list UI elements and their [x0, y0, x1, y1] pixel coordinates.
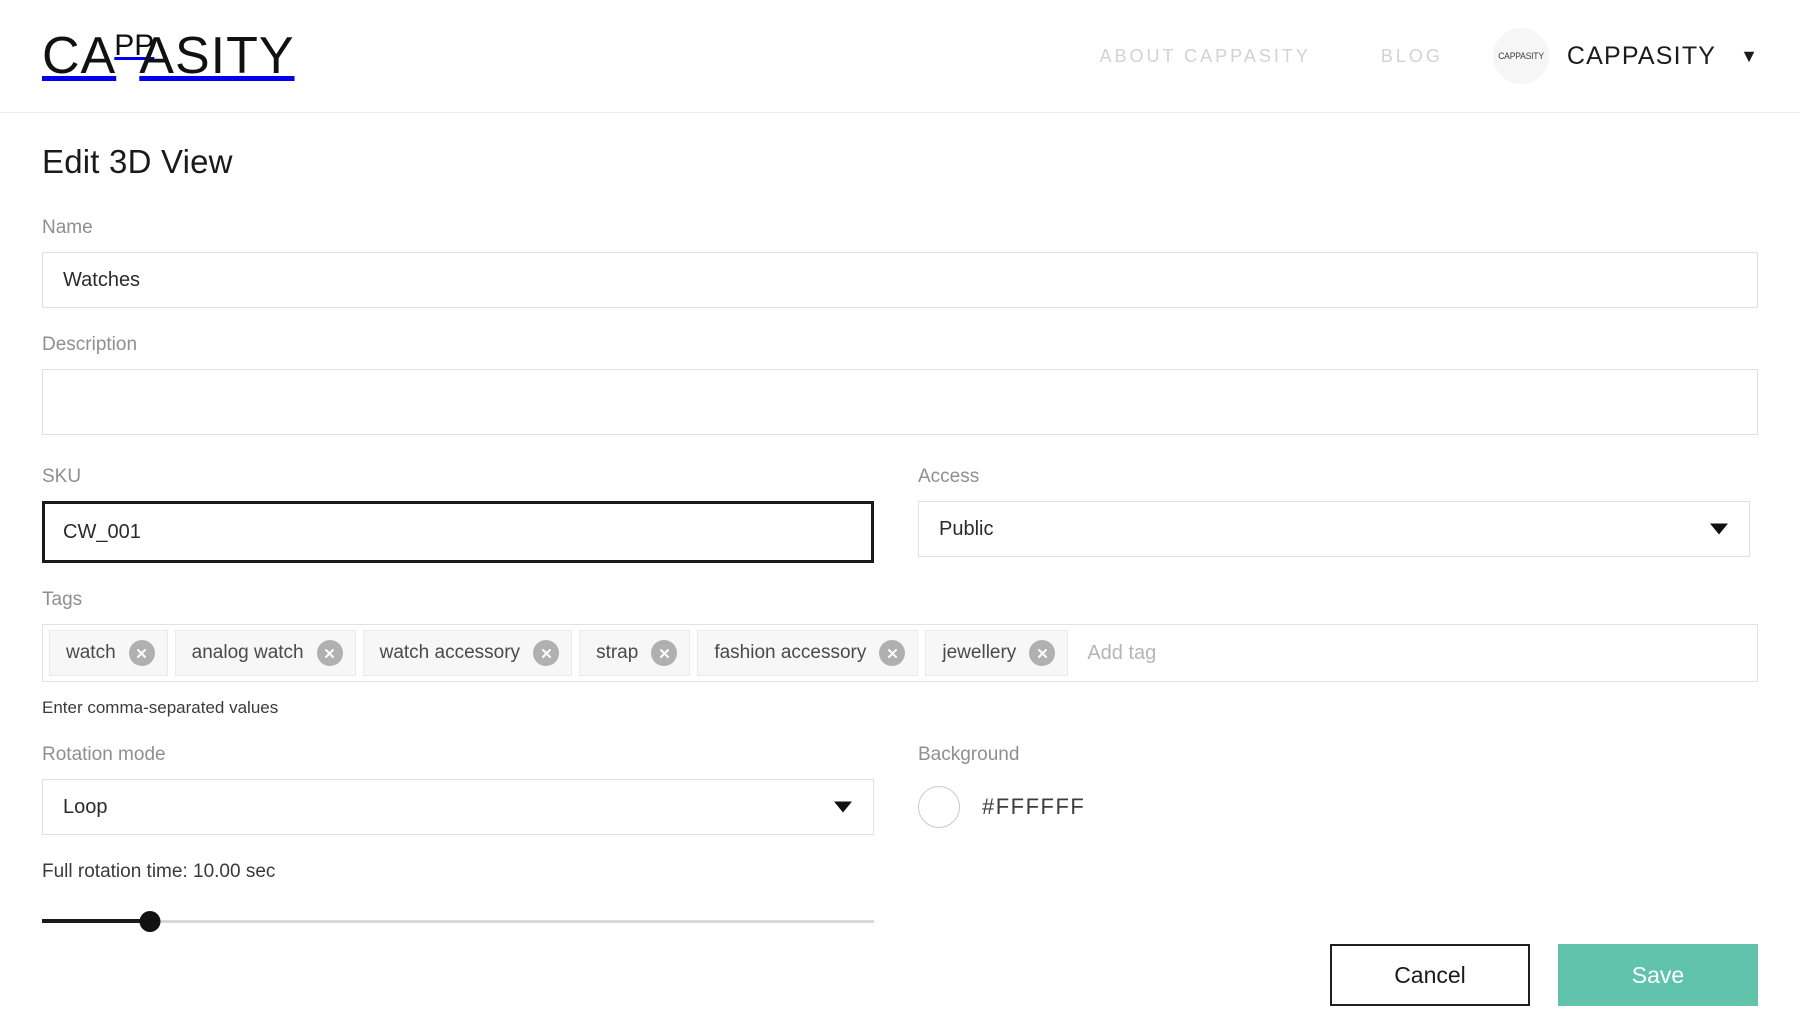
field-tags-label: Tags — [42, 589, 83, 610]
avatar[interactable]: CAPPASITY — [1492, 28, 1549, 84]
close-icon[interactable] — [1029, 640, 1056, 666]
chevron-down-icon[interactable] — [834, 801, 852, 813]
chevron-down-icon[interactable]: ▼ — [1740, 47, 1758, 65]
slider-fill — [42, 919, 151, 923]
field-sku-label: SKU — [42, 466, 82, 487]
tag-chip[interactable]: analog watch — [174, 630, 356, 676]
cancel-button[interactable]: Cancel — [1330, 944, 1530, 1006]
site-header: CA PP ASITY ABOUT CAPPASITY BLOG CAPPASI… — [0, 0, 1800, 113]
close-icon[interactable] — [128, 640, 155, 666]
sku-input[interactable] — [42, 501, 874, 563]
chevron-down-icon[interactable] — [1710, 523, 1728, 535]
slider-thumb[interactable] — [139, 910, 161, 932]
tag-chip[interactable]: watch — [49, 630, 168, 676]
tags-helper-text: Enter comma-separated values — [42, 698, 279, 717]
app-root: CA PP ASITY ABOUT CAPPASITY BLOG CAPPASI… — [0, 0, 1800, 1028]
close-icon[interactable] — [316, 640, 343, 666]
rotation-time-slider[interactable] — [42, 910, 874, 932]
access-select-value: Public — [939, 517, 994, 540]
tag-chip[interactable]: fashion accessory — [697, 630, 919, 676]
row-rotation-background: Rotation mode Loop Background #FFFFFF — [42, 744, 1758, 835]
brand-logo-part1: CA — [42, 27, 117, 85]
access-select-wrap: Public — [918, 501, 1750, 557]
avatar-logo-text: CAPPASITY — [1498, 51, 1544, 61]
slider-rail — [42, 919, 874, 923]
tag-label: jewellery — [942, 642, 1017, 663]
rotation-mode-select[interactable]: Loop — [42, 779, 874, 835]
field-name-label: Name — [42, 217, 93, 238]
tags-input-container[interactable]: watch analog watch watch accessory strap… — [42, 624, 1758, 682]
save-button[interactable]: Save — [1558, 944, 1758, 1006]
row-sku-access: SKU Access Public — [42, 466, 1758, 563]
tag-label: fashion accessory — [714, 642, 867, 663]
field-sku: SKU — [42, 466, 874, 563]
field-description: Description — [42, 334, 1758, 440]
field-description-label: Description — [42, 334, 138, 355]
background-color-row: #FFFFFF — [918, 779, 1750, 835]
header-right-group: ABOUT CAPPASITY BLOG CAPPASITY CAPPASITY… — [1099, 28, 1758, 84]
tag-label: strap — [596, 642, 639, 663]
tag-chip[interactable]: watch accessory — [362, 630, 573, 676]
brand-logo-part3: ASITY — [139, 27, 295, 85]
tag-label: analog watch — [191, 642, 304, 663]
tag-chip[interactable]: jewellery — [925, 630, 1069, 676]
field-rotation-mode-label: Rotation mode — [42, 744, 166, 765]
color-swatch[interactable] — [918, 786, 960, 828]
page-title: Edit 3D View — [42, 143, 233, 180]
nav-blog[interactable]: BLOG — [1381, 46, 1443, 67]
name-input[interactable] — [42, 252, 1758, 308]
field-rotation-mode: Rotation mode Loop — [42, 744, 874, 835]
field-access-label: Access — [918, 466, 980, 487]
nav-about-cappasity[interactable]: ABOUT CAPPASITY — [1099, 46, 1310, 67]
rotation-time-label: Full rotation time: 10.00 sec — [42, 861, 276, 882]
brand-logo[interactable]: CA PP ASITY — [42, 30, 295, 82]
description-input[interactable] — [42, 369, 1758, 435]
form-actions: Cancel Save — [1330, 944, 1758, 1006]
user-name[interactable]: CAPPASITY — [1567, 42, 1716, 71]
access-select[interactable]: Public — [918, 501, 1750, 557]
tag-label: watch — [66, 642, 116, 663]
close-icon[interactable] — [651, 640, 678, 666]
field-background: Background #FFFFFF — [918, 744, 1750, 835]
add-tag-input[interactable] — [1075, 631, 1751, 675]
field-rotation-time: Full rotation time: 10.00 sec — [42, 861, 1758, 932]
rotation-mode-select-value: Loop — [63, 795, 108, 818]
tag-label: watch accessory — [379, 642, 521, 663]
field-background-label: Background — [918, 744, 1020, 765]
close-icon[interactable] — [879, 640, 906, 666]
tag-chip[interactable]: strap — [579, 630, 691, 676]
field-name: Name — [42, 217, 1758, 308]
field-access: Access Public — [918, 466, 1750, 563]
field-tags: Tags watch analog watch watch accessory — [42, 589, 1758, 718]
main-content: Edit 3D View Name Description SKU Access… — [0, 113, 1800, 932]
background-hex-value: #FFFFFF — [982, 794, 1086, 819]
rotation-mode-select-wrap: Loop — [42, 779, 874, 835]
close-icon[interactable] — [533, 640, 560, 666]
